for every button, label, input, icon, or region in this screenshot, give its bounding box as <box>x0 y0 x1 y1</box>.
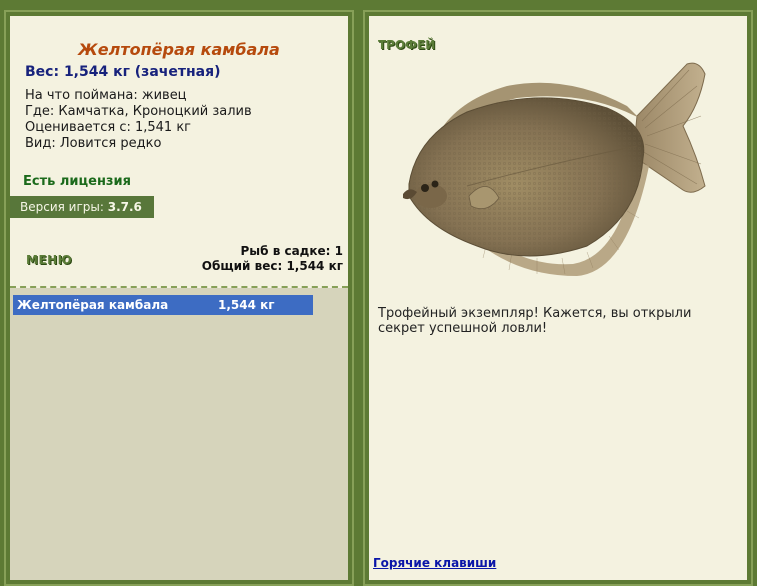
fish-weight: Вес: 1,544 кг (зачетная) <box>25 64 221 80</box>
catch-item-weight: 1,544 кг <box>218 298 275 312</box>
min-weight-info: Оценивается с: 1,541 кг <box>25 120 192 135</box>
bait-info: На что поймана: живец <box>25 88 187 103</box>
catch-list: Желтопёрая камбала 1,544 кг <box>10 288 348 580</box>
location-info: Где: Камчатка, Кроноцкий залив <box>25 104 252 119</box>
trophy-message: Трофейный экземпляр! Кажется, вы открыли… <box>378 306 692 336</box>
flounder-fish-image <box>403 62 706 276</box>
trophy-panel: ТРОФЕЙ Трофейный экземпляр! Кажется, вы … <box>369 16 747 580</box>
game-version-bar: Версия игры: 3.7.6 <box>10 196 154 218</box>
fish-info-panel: Желтопёрая камбала Вес: 1,544 кг (зачетн… <box>10 16 348 580</box>
rarity-info: Вид: Ловится редко <box>25 136 162 151</box>
cage-summary: Рыб в садке: 1 Общий вес: 1,544 кг <box>202 244 343 274</box>
cage-count: Рыб в садке: 1 <box>240 244 344 258</box>
hotkeys-link[interactable]: Горячие клавиши <box>373 556 496 570</box>
fish-name: Желтопёрая камбала <box>78 40 280 59</box>
license-status: Есть лицензия <box>23 174 131 189</box>
menu-button[interactable]: МЕНЮ <box>26 253 72 267</box>
cage-total-weight: Общий вес: 1,544 кг <box>201 259 343 273</box>
catch-list-item[interactable]: Желтопёрая камбала 1,544 кг <box>13 295 313 315</box>
version-value: 3.7.6 <box>107 200 142 214</box>
version-label: Версия игры: <box>20 200 108 214</box>
catch-item-name: Желтопёрая камбала <box>17 298 169 312</box>
